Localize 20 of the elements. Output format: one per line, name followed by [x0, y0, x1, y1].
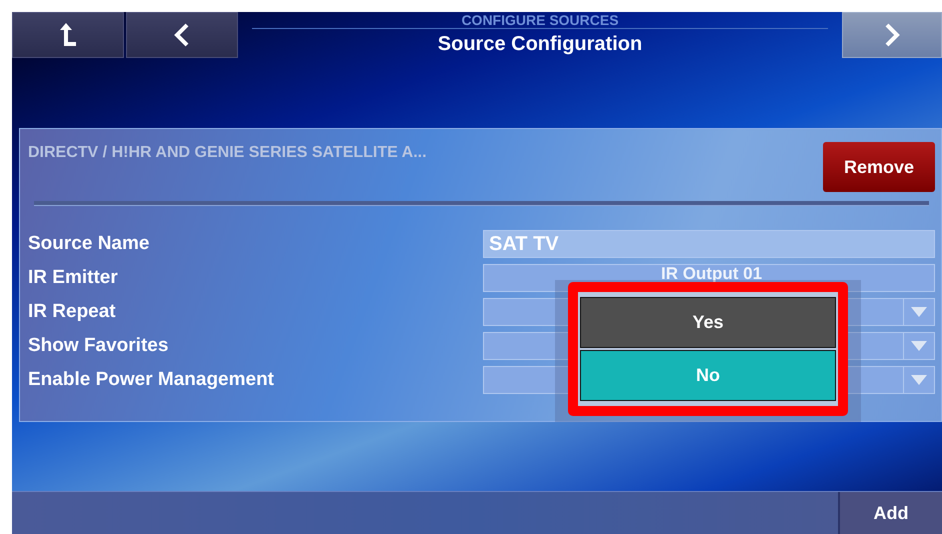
dropdown-arrow-icon	[911, 375, 927, 385]
add-button[interactable]: Add	[838, 492, 942, 534]
back-button[interactable]	[126, 12, 238, 58]
dropdown-arrow-icon	[911, 307, 927, 317]
field-label: Source Name	[28, 233, 150, 255]
back-icon	[174, 23, 190, 47]
forward-button[interactable]	[842, 12, 942, 58]
up-button[interactable]	[12, 12, 124, 58]
field-label: Show Favorites	[28, 335, 170, 357]
field-label: Enable Power Management	[28, 369, 276, 391]
forward-icon	[884, 23, 900, 47]
field-label: IR Repeat	[28, 301, 117, 323]
screen-subtitle: CONFIGURE SOURCES	[461, 12, 619, 28]
option-item[interactable]: Yes	[580, 297, 836, 348]
remove-button[interactable]: Remove	[823, 142, 935, 192]
screen-title: Source Configuration	[438, 33, 642, 56]
up-arrow-icon	[58, 22, 78, 48]
dropdown-arrow-icon	[911, 341, 927, 351]
device-name: DIRECTV / H!HR AND GENIE SERIES SATELLITE A...	[28, 144, 427, 162]
field-label: IR Emitter	[28, 267, 119, 289]
